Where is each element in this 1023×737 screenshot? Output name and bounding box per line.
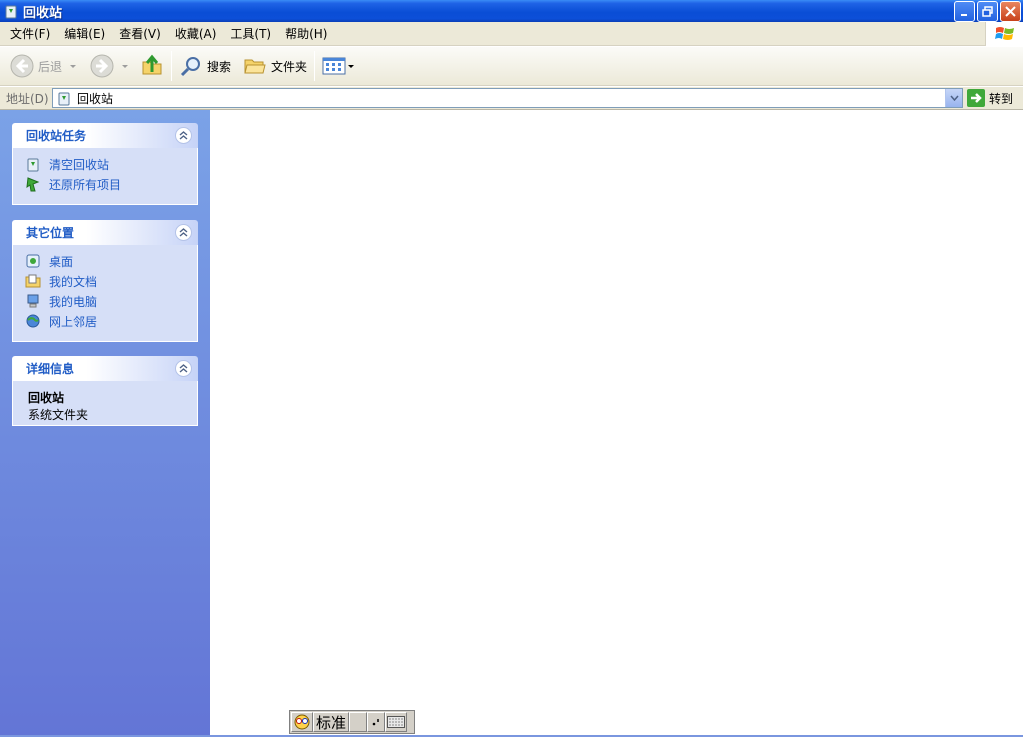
forward-arrow-icon — [90, 54, 114, 78]
forward-dropdown-icon[interactable] — [122, 64, 129, 68]
ime-status-bar: 标准 — [289, 710, 415, 734]
empty-recycle-bin-icon — [27, 158, 39, 172]
place-label: 桌面 — [49, 254, 74, 269]
ime-logo-icon — [294, 714, 310, 730]
moon-icon — [355, 717, 360, 727]
task-label: 还原所有项目 — [49, 177, 122, 192]
collapse-button[interactable] — [175, 224, 192, 241]
minimize-icon — [961, 14, 967, 16]
my-documents-icon — [25, 274, 41, 288]
collapse-button[interactable] — [175, 127, 192, 144]
up-folder-button[interactable] — [136, 50, 168, 82]
chevron-up-icon — [179, 364, 188, 373]
search-label: 搜索 — [207, 59, 232, 74]
views-dropdown-icon[interactable] — [348, 64, 355, 68]
ime-mode-button[interactable]: 标准 — [313, 712, 349, 732]
detail-name: 回收站 — [28, 391, 65, 405]
panel-header[interactable]: 详细信息 — [12, 356, 198, 381]
back-arrow-icon — [10, 54, 34, 78]
panel-body: 回收站 系统文件夹 — [12, 381, 198, 426]
ime-logo-button[interactable] — [291, 712, 313, 732]
menu-file[interactable]: 文件(F) — [3, 25, 57, 42]
windows-logo-icon — [985, 22, 1023, 46]
window-controls — [954, 1, 1021, 22]
punctuation-icon — [372, 719, 379, 726]
go-arrow-icon — [967, 89, 985, 107]
toolbar-separator — [314, 51, 316, 81]
go-button[interactable]: 转到 — [967, 89, 1013, 107]
collapse-button[interactable] — [175, 360, 192, 377]
panel-title: 详细信息 — [26, 362, 75, 376]
task-empty-recycle-bin[interactable]: 清空回收站 — [25, 154, 197, 174]
place-desktop[interactable]: 桌面 — [25, 251, 197, 271]
folders-icon — [244, 59, 266, 74]
minimize-button[interactable] — [954, 1, 975, 22]
chevron-up-icon — [179, 131, 188, 140]
panel-body: 桌面 我的文档 我的电脑 网上邻居 — [12, 245, 198, 342]
panel-title: 回收站任务 — [26, 129, 87, 143]
recycle-bin-icon — [5, 5, 17, 19]
address-input[interactable]: 回收站 — [52, 88, 963, 108]
place-label: 网上邻居 — [49, 314, 98, 329]
chevron-down-icon — [949, 95, 959, 101]
panel-title: 其它位置 — [26, 226, 75, 240]
network-icon — [26, 314, 40, 328]
menu-bar: 文件(F) 编辑(E) 查看(V) 收藏(A) 工具(T) 帮助(H) — [0, 22, 1023, 46]
up-folder-icon — [142, 54, 162, 75]
ime-width-button[interactable] — [349, 712, 367, 732]
place-label: 我的文档 — [49, 274, 98, 289]
ime-keyboard-button[interactable] — [385, 712, 407, 732]
go-label: 转到 — [989, 91, 1014, 106]
views-icon — [322, 57, 346, 75]
address-bar: 地址(D) 回收站 转到 — [0, 87, 1023, 110]
details-panel: 详细信息 回收站 系统文件夹 — [12, 356, 198, 426]
place-network[interactable]: 网上邻居 — [25, 311, 197, 331]
toolbar-separator — [171, 51, 173, 81]
panel-header[interactable]: 其它位置 — [12, 220, 198, 245]
address-label: 地址(D) — [6, 91, 49, 106]
toolbar: 后退 搜索 文件夹 — [0, 47, 1023, 86]
my-computer-icon — [27, 294, 39, 308]
close-button[interactable] — [1000, 1, 1021, 22]
task-restore-all[interactable]: 还原所有项目 — [25, 174, 197, 194]
menu-tools[interactable]: 工具(T) — [223, 25, 278, 42]
task-label: 清空回收站 — [49, 157, 110, 172]
recycle-bin-icon — [58, 92, 70, 106]
detail-type: 系统文件夹 — [28, 408, 89, 422]
ime-punctuation-button[interactable] — [367, 712, 385, 732]
menu-edit[interactable]: 编辑(E) — [57, 25, 112, 42]
menu-favorites[interactable]: 收藏(A) — [168, 25, 224, 42]
title-bar[interactable]: 回收站 — [0, 0, 1023, 22]
panel-body: 清空回收站 还原所有项目 — [12, 148, 198, 205]
desktop-icon — [26, 254, 40, 268]
file-list-area[interactable] — [210, 110, 1023, 735]
back-dropdown-icon[interactable] — [70, 64, 77, 68]
menu-help[interactable]: 帮助(H) — [278, 25, 334, 42]
back-label: 后退 — [38, 59, 63, 74]
search-icon — [180, 57, 201, 77]
search-button[interactable]: 搜索 — [175, 50, 235, 82]
forward-button[interactable] — [86, 50, 132, 82]
views-button[interactable] — [318, 50, 358, 82]
place-my-documents[interactable]: 我的文档 — [25, 271, 197, 291]
close-icon — [1005, 6, 1016, 17]
window-title: 回收站 — [23, 5, 63, 21]
restore-icon — [982, 6, 993, 17]
folders-label: 文件夹 — [271, 59, 308, 74]
menu-view[interactable]: 查看(V) — [112, 25, 168, 42]
panel-header[interactable]: 回收站任务 — [12, 123, 198, 148]
chevron-up-icon — [179, 228, 188, 237]
place-my-computer[interactable]: 我的电脑 — [25, 291, 197, 311]
address-value: 回收站 — [77, 91, 114, 106]
recycle-bin-tasks-panel: 回收站任务 清空回收站 还原所有项目 — [12, 123, 198, 205]
keyboard-icon — [387, 716, 405, 728]
folders-button[interactable]: 文件夹 — [239, 50, 311, 82]
restore-icon — [26, 177, 40, 192]
other-places-panel: 其它位置 桌面 我的文档 我的电脑 网上邻居 — [12, 220, 198, 342]
place-label: 我的电脑 — [49, 294, 98, 309]
task-pane: 回收站任务 清空回收站 还原所有项目 其它位置 桌面 我的文档 我的电脑 网上邻… — [0, 110, 210, 737]
restore-button[interactable] — [977, 1, 998, 22]
back-button[interactable]: 后退 — [6, 50, 80, 82]
address-dropdown-button[interactable] — [945, 89, 962, 107]
